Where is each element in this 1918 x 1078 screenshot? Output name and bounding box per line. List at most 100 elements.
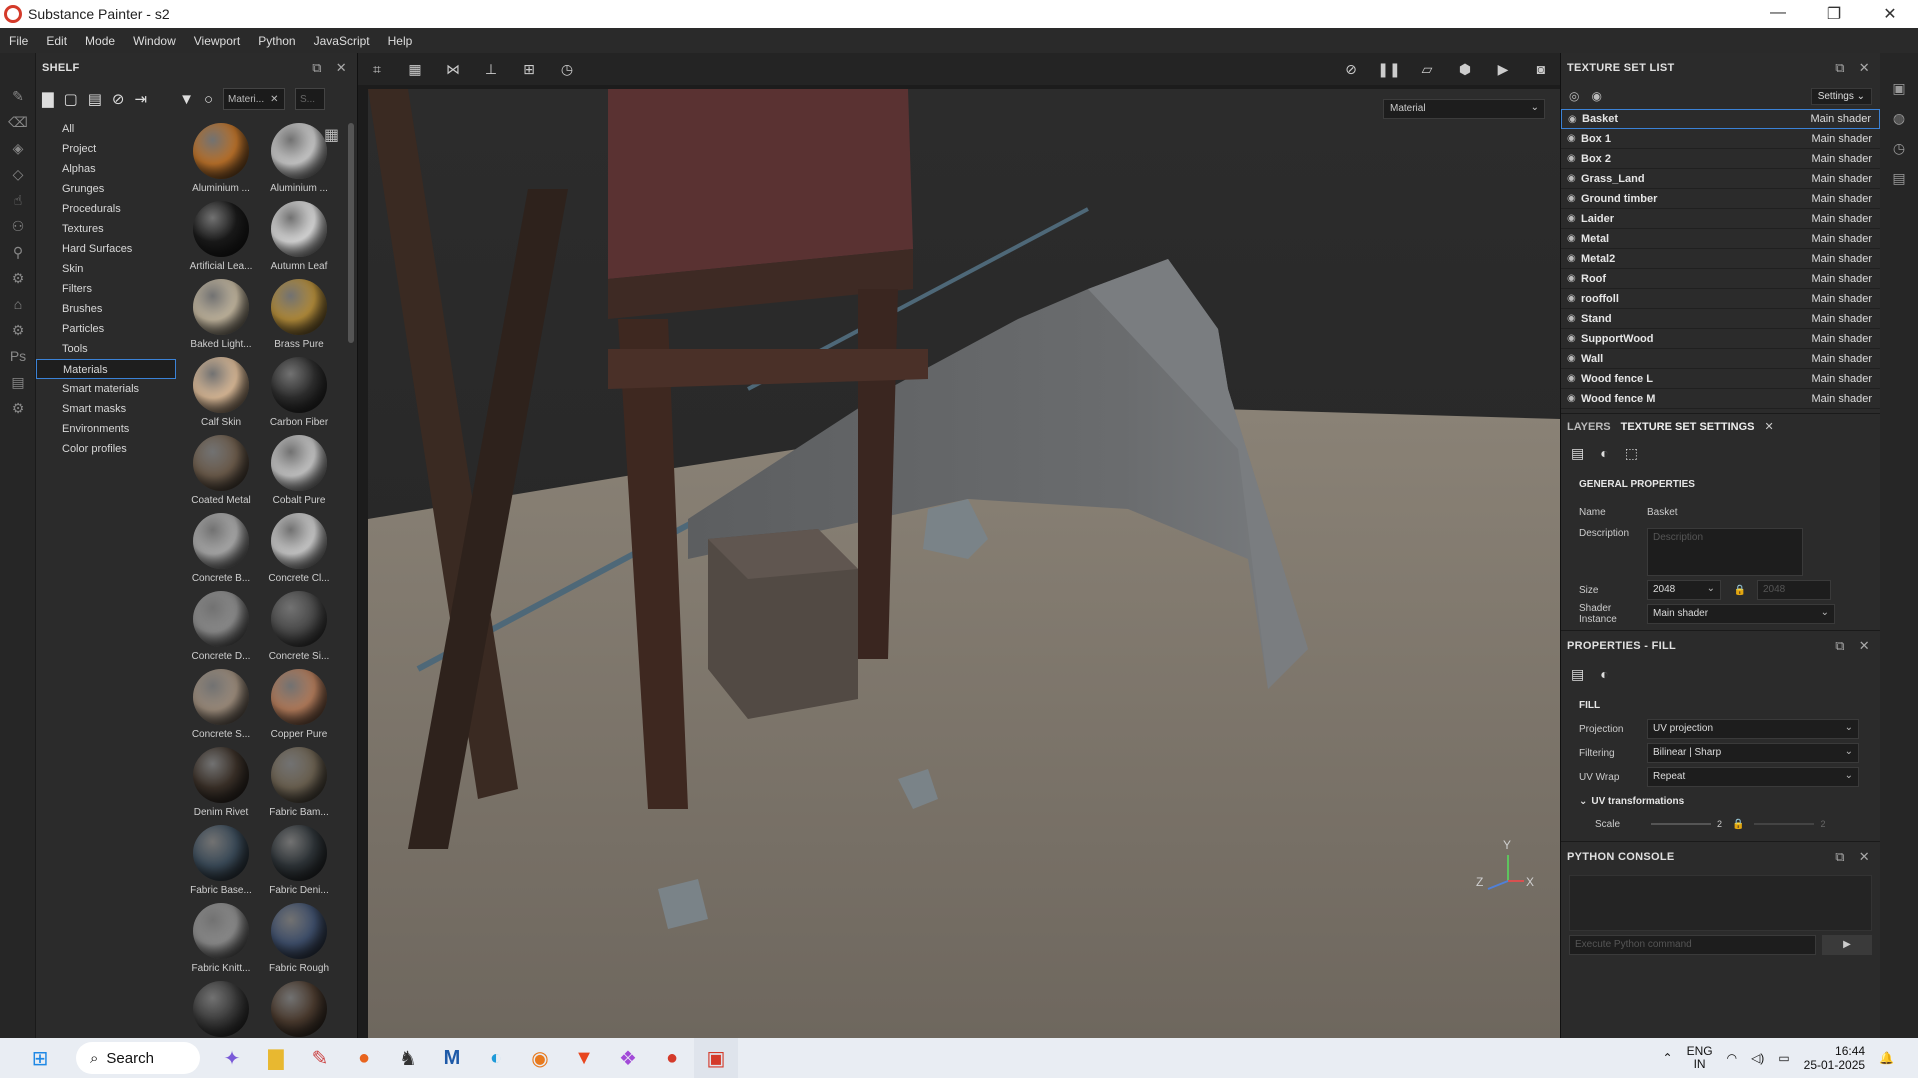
log-icon[interactable]: ▤ — [1880, 163, 1918, 193]
hide-all-icon[interactable]: ◎ — [1569, 89, 1579, 103]
texture-set-row[interactable]: ◉ rooffoll Main shader — [1561, 289, 1880, 309]
plugin-icon[interactable]: ⚙ — [0, 395, 36, 421]
texture-set-row[interactable]: ◉ Basket Main shader — [1561, 109, 1880, 129]
material-thumbnail[interactable]: Aluminium ... — [264, 123, 334, 195]
edge-icon[interactable]: ◐ — [474, 1038, 518, 1078]
close-icon[interactable]: ✕ — [1859, 638, 1870, 654]
undock-icon[interactable]: ⧉ — [1835, 60, 1845, 76]
file-explorer-icon[interactable]: ▇ — [254, 1038, 298, 1078]
3d-scene[interactable]: Y Z X — [368, 89, 1560, 1038]
uv-wrap-dropdown[interactable]: Repeat ⌄ — [1647, 767, 1859, 787]
color-picker-icon[interactable]: ⚲ — [0, 239, 36, 265]
lock-icon[interactable]: 🔒 — [1732, 819, 1744, 830]
maximize-button[interactable]: ❐ — [1806, 4, 1862, 24]
texture-set-row[interactable]: ◉ Stand Main shader — [1561, 309, 1880, 329]
texture-set-row[interactable]: ◉ Box 1 Main shader — [1561, 129, 1880, 149]
import-icon[interactable]: ⇥ — [135, 90, 148, 108]
filter-chip[interactable]: Materi... ✕ — [223, 88, 285, 110]
texture-set-row[interactable]: ◉ Metal2 Main shader — [1561, 249, 1880, 269]
texture-set-row[interactable]: ◉ SupportWood Main shader — [1561, 329, 1880, 349]
database-icon[interactable]: ▤ — [88, 90, 102, 108]
eye-icon[interactable]: ◉ — [1567, 373, 1581, 384]
material-thumbnail[interactable]: Artificial Lea... — [186, 201, 256, 273]
pause-icon[interactable]: ❚❚ — [1370, 61, 1408, 78]
material-thumbnail[interactable]: Fabric Deni... — [264, 825, 334, 897]
folder-icon[interactable]: ▇ — [42, 90, 54, 108]
eye-icon[interactable]: ◉ — [1567, 173, 1581, 184]
texture-set-row[interactable]: ◉ Metal Main shader — [1561, 229, 1880, 249]
windows-start-icon[interactable]: ⊞ — [18, 1038, 62, 1078]
category-tools[interactable]: Tools — [36, 339, 176, 359]
texture-set-row[interactable]: ◉ Grass_Land Main shader — [1561, 169, 1880, 189]
material-thumbnail[interactable]: Brass Pure — [264, 279, 334, 351]
fit-icon[interactable]: ⊞ — [510, 61, 548, 78]
menu-javascript[interactable]: JavaScript — [305, 34, 379, 48]
export-icon[interactable]: ⌂ — [0, 291, 36, 317]
eye-icon[interactable]: ◉ — [1567, 393, 1581, 404]
eye-icon[interactable]: ◉ — [1567, 233, 1581, 244]
description-input[interactable]: Description — [1647, 528, 1803, 576]
paint-brush-icon[interactable]: ✎ — [0, 83, 36, 109]
category-environments[interactable]: Environments — [36, 419, 176, 439]
new-tab-icon[interactable]: ▢ — [64, 90, 78, 108]
material-icon[interactable]: ◐ — [1600, 445, 1608, 461]
eye-icon[interactable]: ◉ — [1567, 133, 1581, 144]
uv-icon[interactable]: ⬚ — [1625, 445, 1638, 462]
category-smart-materials[interactable]: Smart materials — [36, 379, 176, 399]
material-thumbnail[interactable]: Concrete Cl... — [264, 513, 334, 585]
material-thumbnail[interactable]: Aluminium ... — [186, 123, 256, 195]
material-thumbnail[interactable]: Carbon Fiber — [264, 357, 334, 429]
selection-icon[interactable]: ⌗ — [358, 61, 396, 78]
category-materials[interactable]: Materials — [36, 359, 176, 379]
material-thumbnail[interactable]: Autumn Leaf — [264, 201, 334, 273]
material-thumbnail[interactable]: Calf Skin — [186, 357, 256, 429]
wifi-icon[interactable]: ◠ — [1727, 1051, 1737, 1065]
texture-set-row[interactable]: ◉ Wall Main shader — [1561, 349, 1880, 369]
eye-icon[interactable]: ◉ — [1567, 193, 1581, 204]
filter-icon[interactable]: ▼ — [179, 91, 194, 108]
photoshop-icon[interactable]: Ps — [0, 343, 36, 369]
texture-set-row[interactable]: ◉ Roof Main shader — [1561, 269, 1880, 289]
refresh-icon[interactable]: ○ — [204, 91, 213, 108]
screenshot-icon[interactable]: ◙ — [1522, 61, 1560, 77]
layer-stack-icon[interactable]: ▤ — [1571, 666, 1584, 683]
undock-icon[interactable]: ⧉ — [1835, 638, 1845, 654]
lock-icon[interactable]: 🔒 — [1727, 585, 1753, 596]
scale-slider[interactable] — [1651, 823, 1711, 825]
smudge-icon[interactable]: ☝ — [0, 187, 36, 213]
projection-icon[interactable]: ◈ — [0, 135, 36, 161]
eye-icon[interactable]: ◉ — [1567, 353, 1581, 364]
material-thumbnail[interactable]: Fabric Base... — [186, 825, 256, 897]
undock-icon[interactable]: ⧉ — [1835, 849, 1845, 865]
m-app-icon[interactable]: M — [430, 1038, 474, 1078]
category-smart-masks[interactable]: Smart masks — [36, 399, 176, 419]
taskbar-search[interactable]: ⌕ Search — [76, 1042, 200, 1074]
camera-icon[interactable]: ▶ — [1484, 61, 1522, 78]
category-particles[interactable]: Particles — [36, 319, 176, 339]
material-thumbnail[interactable]: Copper Pure — [264, 669, 334, 741]
layer-stack-icon[interactable]: ▤ — [1571, 445, 1584, 462]
eye-icon[interactable]: ◉ — [1567, 313, 1581, 324]
category-project[interactable]: Project — [36, 139, 176, 159]
volume-icon[interactable]: ◁) — [1751, 1051, 1764, 1065]
material-thumbnail[interactable]: Concrete S... — [186, 669, 256, 741]
menu-help[interactable]: Help — [379, 34, 422, 48]
python-command-input[interactable]: Execute Python command — [1569, 935, 1816, 955]
language-indicator[interactable]: ENG IN — [1687, 1045, 1713, 1071]
category-alphas[interactable]: Alphas — [36, 159, 176, 179]
material-thumbnail[interactable]: Baked Light... — [186, 279, 256, 351]
menu-edit[interactable]: Edit — [37, 34, 76, 48]
minimize-button[interactable]: — — [1750, 4, 1806, 24]
close-icon[interactable]: ✕ — [1859, 60, 1870, 76]
copilot-icon[interactable]: ✦ — [210, 1038, 254, 1078]
hide-icon[interactable]: ⊘ — [112, 90, 125, 108]
material-thumbnail[interactable]: Cobalt Pure — [264, 435, 334, 507]
menu-file[interactable]: File — [0, 34, 37, 48]
material-thumbnail[interactable]: Fabric Bam... — [264, 747, 334, 819]
inkscape-icon[interactable]: ♞ — [386, 1038, 430, 1078]
settings-icon[interactable]: ⚙ — [0, 317, 36, 343]
eye-icon[interactable]: ◉ — [1567, 153, 1581, 164]
eye-icon[interactable]: ◉ — [1568, 114, 1582, 125]
close-button[interactable]: ✕ — [1862, 4, 1918, 24]
close-icon[interactable]: ✕ — [336, 60, 347, 76]
